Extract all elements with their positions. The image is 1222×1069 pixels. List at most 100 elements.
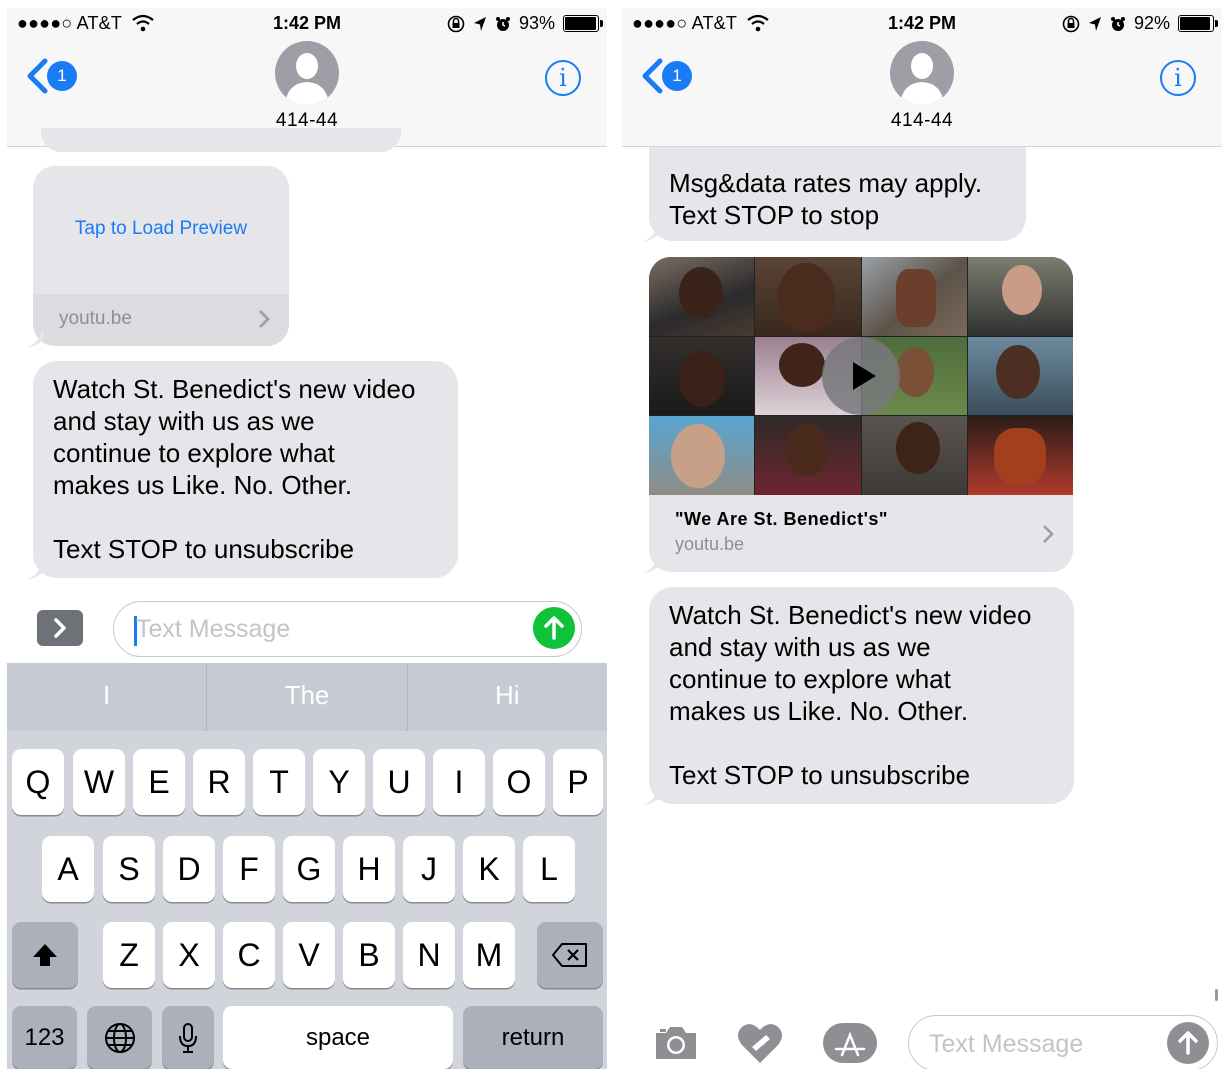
nav-header: ●●●●○ AT&T 1:42 PM 93% 1 414-44 i	[7, 8, 607, 147]
bubble-tail	[641, 786, 659, 806]
video-title: "We Are St. Benedict's"	[675, 509, 888, 529]
key-r[interactable]: R	[193, 749, 245, 815]
key-s[interactable]: S	[103, 836, 155, 902]
key-e[interactable]: E	[133, 749, 185, 815]
chevron-right-icon	[259, 310, 270, 328]
key-x[interactable]: X	[163, 922, 215, 988]
scroll-indicator[interactable]	[1215, 989, 1218, 1001]
chevron-left-icon	[642, 58, 663, 94]
globe-icon	[104, 1022, 135, 1053]
status-bar: ●●●●○ AT&T 1:42 PM 92%	[622, 8, 1222, 38]
contact-avatar[interactable]	[275, 41, 339, 105]
orientation-lock-icon	[1062, 15, 1080, 32]
app-store-icon[interactable]	[822, 1021, 878, 1065]
contact-avatar[interactable]	[890, 41, 954, 105]
message-input[interactable]: Text Message	[908, 1015, 1218, 1069]
key-g[interactable]: G	[283, 836, 335, 902]
message-bubble: Msg&data rates may apply. Text STOP to s…	[649, 147, 1026, 241]
key-l[interactable]: L	[523, 836, 575, 902]
unread-badge: 1	[47, 61, 77, 91]
message-line: Watch St. Benedict's new video	[53, 374, 416, 404]
play-button[interactable]	[822, 337, 900, 415]
key-a[interactable]: A	[42, 836, 94, 902]
thumbnail-tile	[755, 416, 861, 495]
chevron-right-icon	[54, 618, 66, 638]
delete-key[interactable]	[537, 922, 603, 988]
key-v[interactable]: V	[283, 922, 335, 988]
backspace-icon	[552, 943, 587, 967]
conversation-view: ●●●●○ AT&T 1:42 PM 92% 1 414-44 i Msg&da…	[622, 8, 1222, 1069]
back-button[interactable]: 1	[25, 58, 77, 94]
bubble-tail	[641, 554, 659, 574]
battery-percent: 92%	[1133, 13, 1170, 33]
space-key[interactable]: space	[223, 1006, 453, 1069]
thumbnail-tile	[649, 257, 755, 336]
globe-key[interactable]	[87, 1006, 152, 1069]
info-button[interactable]: i	[1160, 60, 1196, 96]
key-b[interactable]: B	[343, 922, 395, 988]
key-f[interactable]: F	[223, 836, 275, 902]
message-input[interactable]: Text Message	[113, 601, 582, 657]
key-o[interactable]: O	[493, 749, 545, 815]
alarm-icon	[495, 16, 510, 31]
app-drawer-button[interactable]	[37, 610, 83, 646]
location-arrow-icon	[1088, 16, 1101, 31]
key-c[interactable]: C	[223, 922, 275, 988]
bubble-tail	[25, 560, 43, 580]
message-line-blank	[53, 501, 438, 533]
key-q[interactable]: Q	[12, 749, 64, 815]
key-z[interactable]: Z	[103, 922, 155, 988]
status-right: 92%	[1062, 13, 1218, 34]
nav-header: ●●●●○ AT&T 1:42 PM 92% 1 414-44 i	[622, 8, 1222, 147]
link-preview-card[interactable]: Tap to Load Preview youtu.be	[33, 166, 289, 346]
key-u[interactable]: U	[373, 749, 425, 815]
predictive-bar: I The Hi	[7, 663, 607, 731]
info-button[interactable]: i	[545, 60, 581, 96]
key-p[interactable]: P	[553, 749, 603, 815]
prediction-option[interactable]: The	[207, 663, 408, 731]
dictation-key[interactable]	[162, 1006, 214, 1069]
tap-to-load-preview[interactable]: Tap to Load Preview	[33, 218, 289, 240]
conversation-with-keyboard: ●●●●○ AT&T 1:42 PM 93% 1 414-44 i Tap to…	[7, 8, 607, 1069]
previous-message-bubble	[41, 128, 401, 152]
key-i[interactable]: I	[433, 749, 485, 815]
return-key[interactable]: return	[463, 1006, 603, 1069]
thumbnail-tile	[649, 336, 755, 416]
message-line: and stay with us as we	[53, 406, 315, 436]
key-j[interactable]: J	[403, 836, 455, 902]
battery-percent: 93%	[518, 13, 555, 33]
message-placeholder: Text Message	[136, 615, 291, 643]
thumbnail-tile	[649, 416, 755, 495]
microphone-icon	[179, 1022, 197, 1053]
numbers-key[interactable]: 123	[12, 1006, 77, 1069]
message-bubble: Watch St. Benedict's new video and stay …	[649, 587, 1074, 804]
message-line-blank	[669, 727, 1054, 759]
link-preview-footer: youtu.be	[33, 294, 289, 346]
status-bar: ●●●●○ AT&T 1:42 PM 93%	[7, 8, 607, 38]
key-y[interactable]: Y	[313, 749, 365, 815]
key-k[interactable]: K	[463, 836, 515, 902]
send-button[interactable]	[1167, 1022, 1209, 1064]
key-d[interactable]: D	[163, 836, 215, 902]
video-link-card[interactable]: "We Are St. Benedict's" youtu.be	[649, 257, 1073, 572]
contact-name[interactable]: 414-44	[622, 110, 1222, 132]
key-w[interactable]: W	[73, 749, 125, 815]
prediction-option[interactable]: Hi	[408, 663, 607, 731]
key-n[interactable]: N	[403, 922, 455, 988]
battery-icon	[563, 15, 603, 32]
camera-icon[interactable]	[652, 1023, 700, 1061]
orientation-lock-icon	[447, 15, 465, 32]
digital-touch-heart-icon[interactable]	[736, 1021, 784, 1065]
message-line: makes us Like. No. Other.	[53, 470, 353, 500]
back-button[interactable]: 1	[640, 58, 692, 94]
send-button[interactable]	[533, 607, 575, 649]
key-h[interactable]: H	[343, 836, 395, 902]
shift-key[interactable]	[12, 922, 78, 988]
key-m[interactable]: M	[463, 922, 515, 988]
bubble-tail	[641, 222, 659, 242]
thumbnail-tile	[967, 336, 1073, 416]
message-placeholder: Text Message	[929, 1030, 1084, 1058]
message-line: Text STOP to unsubscribe	[669, 760, 971, 790]
prediction-option[interactable]: I	[7, 663, 208, 731]
key-t[interactable]: T	[253, 749, 305, 815]
